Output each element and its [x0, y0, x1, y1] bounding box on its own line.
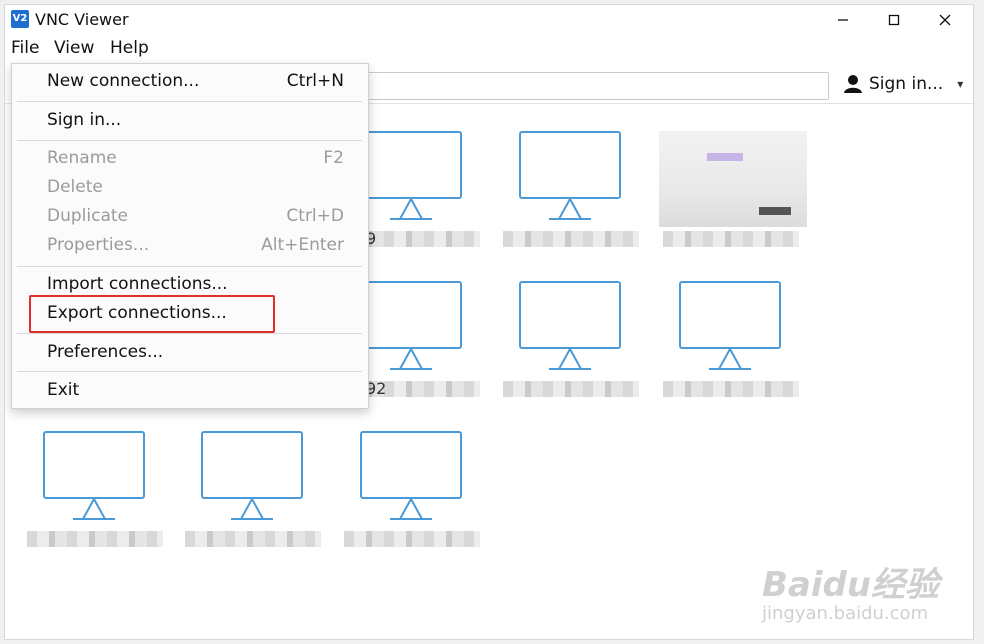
connection-tile[interactable]: [497, 131, 647, 259]
blurred-connection-name: [185, 531, 321, 547]
blurred-connection-name: [663, 381, 799, 397]
search-input[interactable]: [357, 72, 829, 100]
file-dropdown-menu: New connection... Ctrl+N Sign in... Rena…: [11, 63, 369, 409]
thumbnail-detail: [707, 153, 743, 161]
menu-item-duplicate: Duplicate Ctrl+D: [12, 203, 368, 231]
blurred-connection-name: [663, 231, 799, 247]
monitor-icon: [360, 281, 462, 370]
menu-file[interactable]: File: [8, 38, 42, 58]
menu-item-exit[interactable]: Exit: [12, 377, 368, 405]
menu-item-label: Delete: [47, 177, 103, 197]
menu-item-shortcut: Ctrl+D: [286, 206, 344, 226]
menu-item-rename: Rename F2: [12, 145, 368, 173]
menu-item-shortcut: F2: [323, 148, 344, 168]
chevron-down-icon[interactable]: ▾: [957, 77, 963, 91]
window-title: VNC Viewer: [35, 10, 129, 29]
monitor-icon: [201, 431, 303, 520]
maximize-button[interactable]: [871, 5, 917, 35]
minimize-icon: [838, 19, 848, 21]
menu-help[interactable]: Help: [107, 38, 152, 58]
menu-item-delete: Delete: [12, 174, 368, 202]
blurred-connection-name: [344, 531, 480, 547]
connection-thumbnail: [659, 131, 807, 227]
menu-item-label: Rename: [47, 148, 117, 168]
menu-item-label: Import connections...: [47, 274, 228, 294]
menu-item-shortcut: Ctrl+N: [286, 71, 344, 91]
export-highlight-box: [29, 295, 275, 333]
watermark-url: jingyan.baidu.com: [762, 603, 929, 624]
app-window: V2 VNC Viewer File View Help Sign in... …: [4, 4, 974, 640]
monitor-icon: [519, 281, 621, 370]
close-button[interactable]: [922, 5, 968, 35]
monitor-icon: [43, 431, 145, 520]
menu-item-label: Properties...: [47, 235, 150, 255]
menu-item-properties: Properties... Alt+Enter: [12, 232, 368, 260]
connection-tile[interactable]: [497, 281, 647, 409]
menu-view[interactable]: View: [51, 38, 97, 58]
menu-item-label: Exit: [47, 380, 80, 400]
menu-bar: File View Help: [5, 35, 973, 61]
menu-item-shortcut: Alt+Enter: [261, 235, 344, 255]
menu-item-label: Duplicate: [47, 206, 128, 226]
minimize-button[interactable]: [820, 5, 866, 35]
monitor-icon: [679, 281, 781, 370]
menu-item-new-connection[interactable]: New connection... Ctrl+N: [12, 68, 368, 96]
thumbnail-detail: [759, 207, 791, 215]
blurred-connection-name: [27, 531, 163, 547]
connection-tile[interactable]: [21, 431, 171, 559]
monitor-icon: [519, 131, 621, 220]
connection-tile[interactable]: [338, 431, 488, 559]
user-icon: [844, 75, 862, 93]
menu-item-preferences[interactable]: Preferences...: [12, 339, 368, 367]
blurred-connection-name: [503, 231, 639, 247]
maximize-icon: [888, 14, 900, 26]
menu-separator: [17, 371, 362, 372]
menu-item-sign-in[interactable]: Sign in...: [12, 107, 368, 135]
connection-name-fragment: 92: [366, 379, 387, 398]
blurred-connection-name: [503, 381, 639, 397]
menu-separator: [17, 101, 362, 102]
close-icon: [939, 14, 951, 26]
connection-tile[interactable]: [657, 131, 807, 259]
monitor-icon: [360, 431, 462, 520]
menu-item-label: Preferences...: [47, 342, 164, 362]
connection-tile[interactable]: [179, 431, 329, 559]
menu-separator: [17, 333, 362, 334]
vnc-app-icon: V2: [11, 10, 29, 28]
menu-item-label: Sign in...: [47, 110, 122, 130]
sign-in-label: Sign in...: [869, 74, 944, 94]
monitor-icon: [360, 131, 462, 220]
baidu-watermark: Baidu经验 jingyan.baidu.com: [762, 545, 952, 627]
sign-in-button[interactable]: Sign in... ▾: [843, 71, 963, 97]
menu-separator: [17, 140, 362, 141]
menu-item-label: New connection...: [47, 71, 200, 91]
connection-tile[interactable]: [657, 281, 807, 409]
title-bar: V2 VNC Viewer: [5, 5, 973, 35]
watermark-brand: Baidu经验: [762, 565, 940, 605]
menu-separator: [17, 266, 362, 267]
